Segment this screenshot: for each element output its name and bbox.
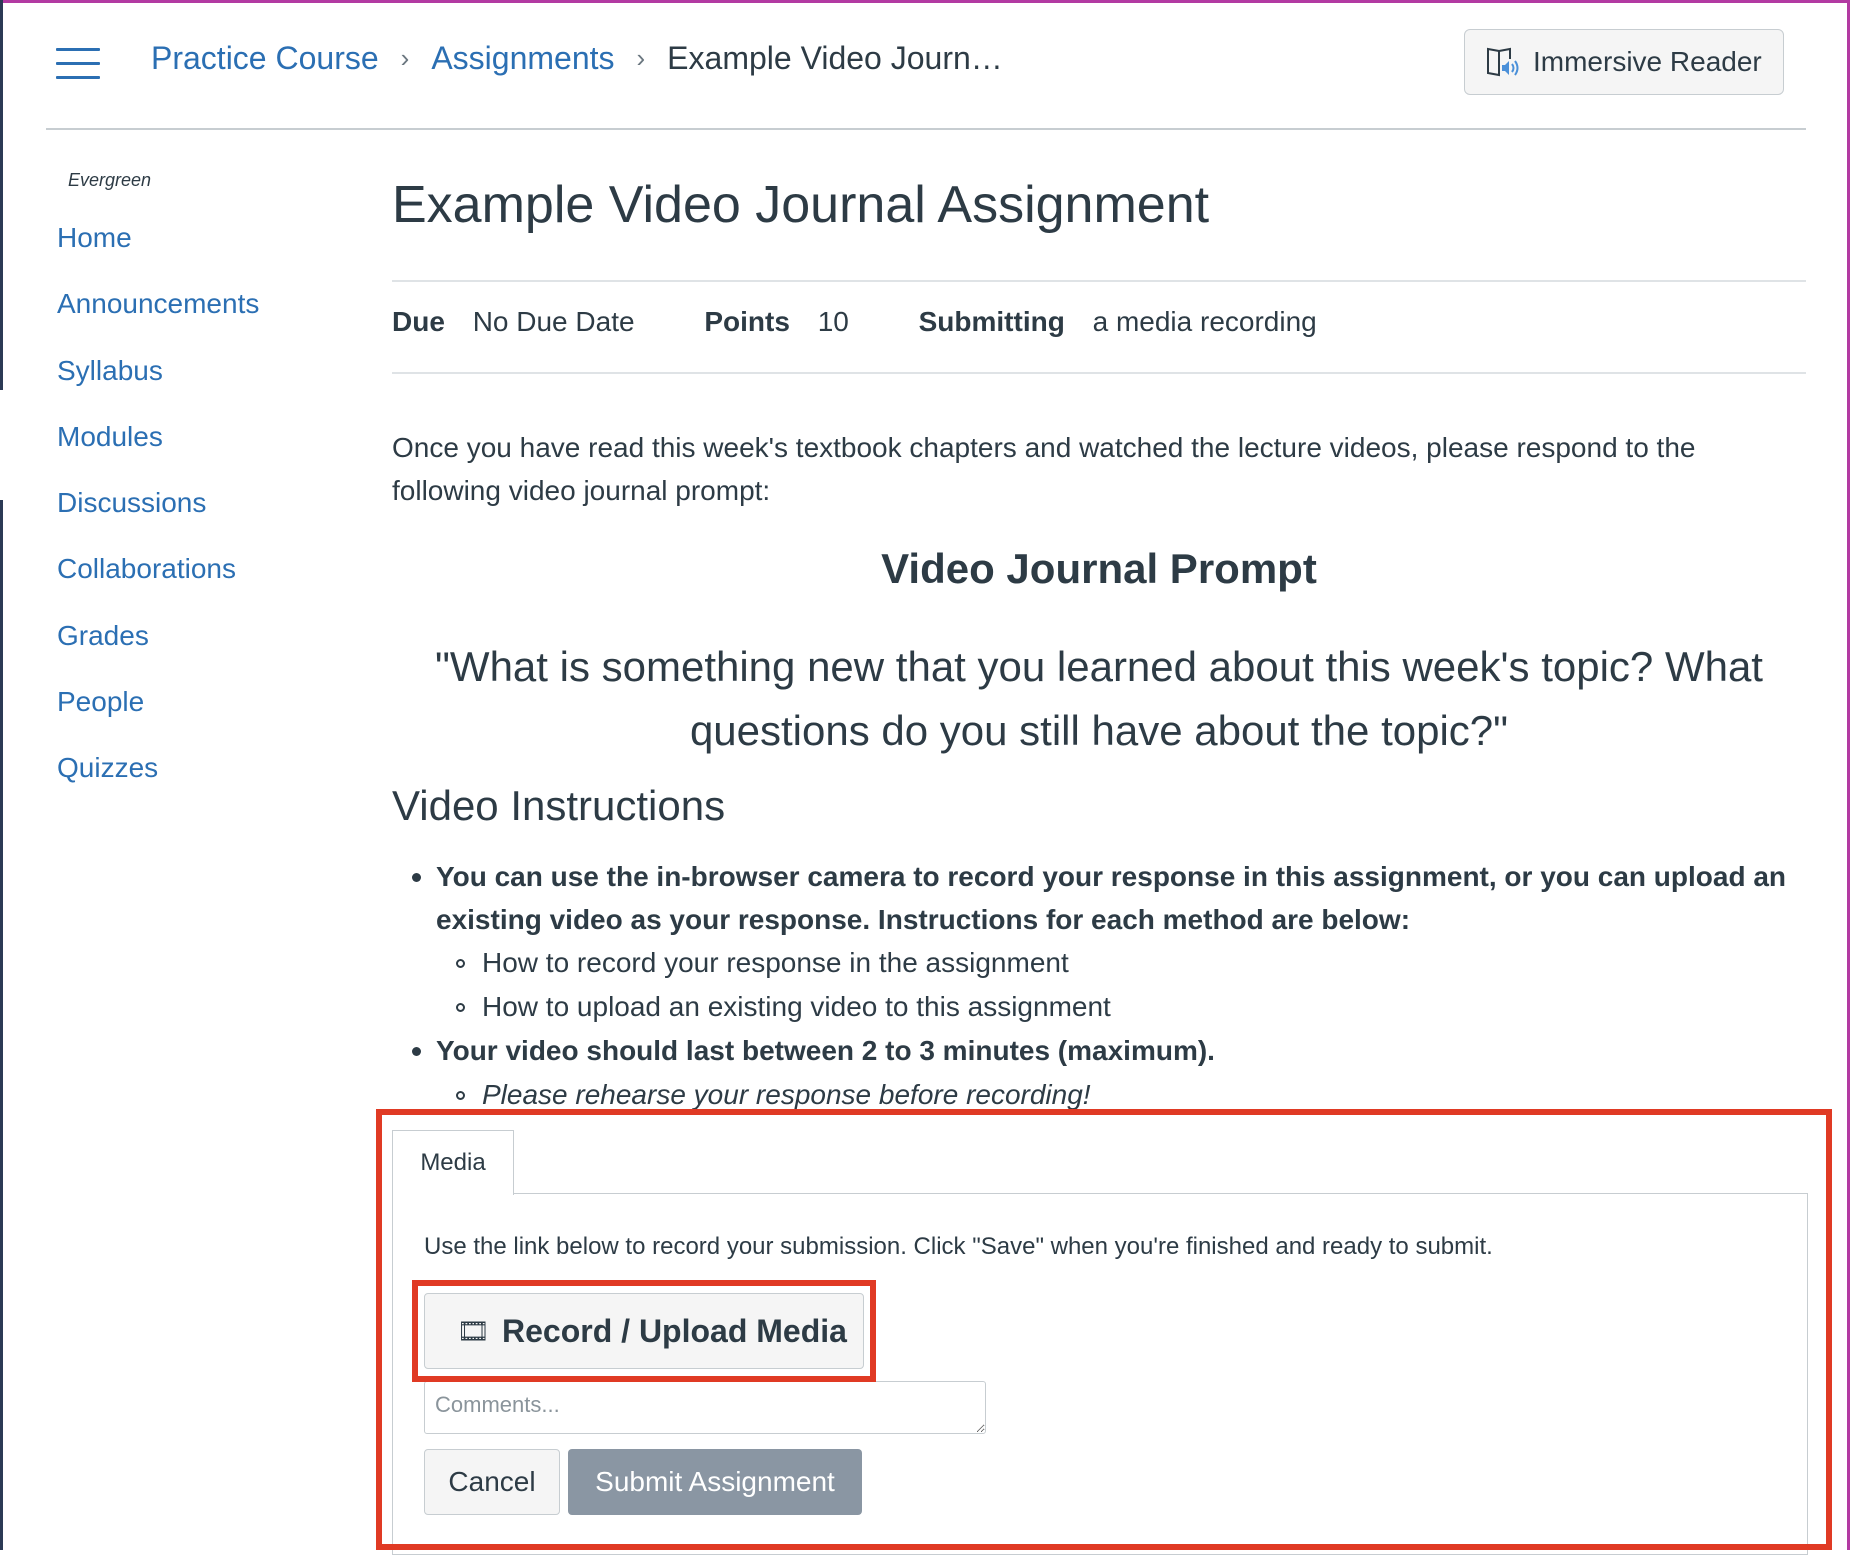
sidebar-item-quizzes[interactable]: Quizzes	[57, 751, 357, 817]
assignment-content: Example Video Journal Assignment Due No …	[392, 170, 1806, 1110]
term-label: Evergreen	[68, 170, 152, 190]
hamburger-menu-icon[interactable]	[56, 48, 100, 80]
prompt-heading: Video Journal Prompt	[881, 545, 1317, 592]
tab-media[interactable]: Media	[392, 1130, 514, 1195]
list-item-link[interactable]: How to upload an existing video to this …	[482, 985, 1111, 1028]
top-header: Practice Course › Assignments › Example …	[46, 0, 1806, 130]
sidebar-item-collaborations[interactable]: Collaborations	[57, 552, 357, 618]
due-label: Due	[392, 306, 445, 337]
chevron-right-icon: ›	[400, 43, 410, 73]
window-frame-left-lower	[0, 500, 3, 1550]
highlight-box-record-button	[412, 1280, 876, 1382]
prompt-question: "What is something new that you learned …	[435, 643, 1763, 754]
points-value: 10	[817, 306, 849, 337]
submitting-value: a media recording	[1092, 306, 1317, 337]
bullet-dot	[412, 873, 421, 882]
sidebar-item-discussions[interactable]: Discussions	[57, 486, 357, 552]
bullet-dot	[412, 1047, 421, 1056]
window-frame-left	[0, 0, 3, 390]
page-title: Example Video Journal Assignment	[392, 176, 1210, 234]
sidebar-item-grades[interactable]: Grades	[57, 619, 357, 685]
sidebar-item-syllabus[interactable]: Syllabus	[57, 354, 357, 420]
breadcrumb-course[interactable]: Practice Course	[151, 40, 379, 77]
immersive-reader-button[interactable]: Immersive Reader	[1464, 29, 1784, 95]
chevron-right-icon: ›	[636, 43, 646, 73]
breadcrumb-assignments[interactable]: Assignments	[431, 40, 614, 77]
bullet-circle	[456, 1003, 465, 1012]
immersive-reader-icon	[1487, 47, 1519, 77]
list-item-link[interactable]: How to record your response in the assig…	[482, 941, 1069, 984]
bullet-circle	[456, 959, 465, 968]
points-label: Points	[704, 306, 790, 337]
submitting-label: Submitting	[918, 306, 1065, 337]
instructions-heading: Video Instructions	[392, 782, 726, 829]
due-value: No Due Date	[472, 306, 635, 337]
immersive-reader-label: Immersive Reader	[1533, 46, 1762, 77]
sidebar-item-home[interactable]: Home	[57, 221, 357, 287]
assignment-intro: Once you have read this week's textbook …	[392, 432, 1696, 506]
list-item: You can use the in-browser camera to rec…	[436, 861, 1787, 935]
bullet-circle	[456, 1091, 465, 1100]
sidebar-item-people[interactable]: People	[57, 685, 357, 751]
breadcrumb-current: Example Video Journ…	[667, 40, 1003, 76]
breadcrumb: Practice Course › Assignments › Example …	[151, 40, 1003, 77]
sidebar-item-modules[interactable]: Modules	[57, 420, 357, 486]
assignment-details: Due No Due Date Points 10 Submitting a m…	[392, 280, 1806, 374]
sidebar-item-announcements[interactable]: Announcements	[57, 287, 357, 353]
list-item: Your video should last between 2 to 3 mi…	[436, 1035, 1215, 1066]
course-navigation: Evergreen Home Announcements Syllabus Mo…	[57, 170, 357, 818]
